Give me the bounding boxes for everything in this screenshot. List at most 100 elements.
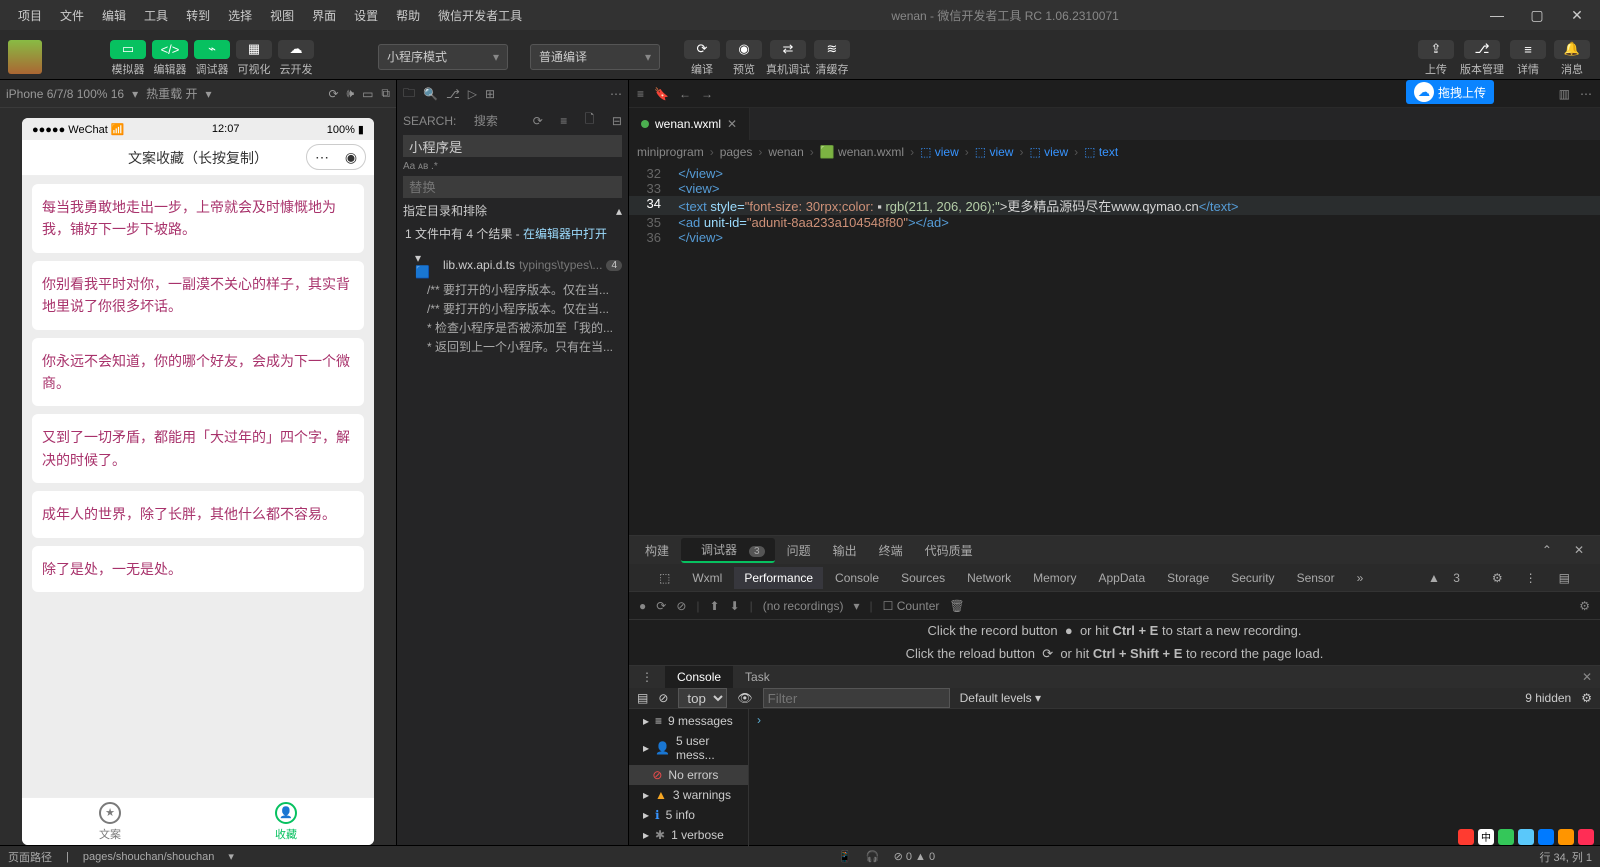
- dock-icon[interactable]: ▤: [1549, 567, 1580, 589]
- panel-performance[interactable]: Performance: [734, 567, 823, 589]
- tray-icon[interactable]: [1498, 829, 1514, 845]
- split-icon[interactable]: ▥: [1559, 87, 1570, 101]
- drawer-tab-console[interactable]: Console: [665, 666, 733, 688]
- menu-ui[interactable]: 界面: [306, 5, 342, 26]
- console-clear-icon[interactable]: ⊘: [658, 691, 668, 705]
- maximize-button[interactable]: ▢: [1522, 7, 1552, 24]
- console-gear-icon[interactable]: ⚙: [1581, 691, 1592, 705]
- kebab-icon[interactable]: ⋮: [1515, 567, 1547, 589]
- details-button[interactable]: ≡详情: [1508, 37, 1548, 77]
- card-item[interactable]: 除了是处，一无是处。: [32, 546, 364, 592]
- card-item[interactable]: 你永远不会知道，你的哪个好友，会成为下一个微商。: [32, 338, 364, 407]
- panel-security[interactable]: Security: [1221, 567, 1284, 589]
- cursor-position[interactable]: 行 34, 列 1: [1539, 849, 1592, 865]
- tab-debugger[interactable]: 调试器3: [681, 538, 775, 563]
- trash-icon[interactable]: 🗑: [949, 599, 964, 613]
- refresh-search-icon[interactable]: ⟳: [533, 114, 543, 128]
- refresh-icon[interactable]: ⟳: [328, 87, 338, 101]
- toggle-exclude[interactable]: 指定目录和排除: [403, 202, 487, 219]
- menu-select[interactable]: 选择: [222, 5, 258, 26]
- download-rec-icon[interactable]: ⬇: [730, 599, 740, 613]
- more-icon[interactable]: ⋯: [610, 87, 622, 101]
- context-select[interactable]: top: [678, 688, 727, 708]
- warning-badge[interactable]: ▲ 3: [1418, 567, 1480, 589]
- filter-input[interactable]: [763, 688, 950, 708]
- headphone-icon[interactable]: 🎧: [866, 850, 880, 863]
- user-avatar[interactable]: [8, 40, 42, 74]
- menu-go[interactable]: 转到: [180, 5, 216, 26]
- fwd-icon[interactable]: →: [701, 87, 713, 101]
- debug-icon[interactable]: ▷: [468, 87, 477, 101]
- ext-icon[interactable]: ⊞: [485, 87, 495, 101]
- upload-button[interactable]: ⇪上传: [1416, 37, 1456, 77]
- debugger-button[interactable]: ⌁调试器: [192, 37, 232, 77]
- device-label[interactable]: iPhone 6/7/8 100% 16: [6, 87, 124, 101]
- card-item[interactable]: 又到了一切矛盾，都能用「大过年的」四个字，解决的时候了。: [32, 414, 364, 483]
- result-file[interactable]: ▾ 🟦 lib.wx.api.d.ts typings\types\...4: [397, 250, 628, 280]
- drawer-tab-task[interactable]: Task: [733, 666, 782, 688]
- card-item[interactable]: 每当我勇敢地走出一步，上帝就会及时慷慨地为我，铺好下一步下坡路。: [32, 184, 364, 253]
- result-line[interactable]: /** 要打开的小程序版本。仅在当...: [397, 280, 628, 299]
- card-item[interactable]: 你别看我平时对你，一副漠不关心的样子，其实背地里说了你很多坏话。: [32, 261, 364, 330]
- reload-icon[interactable]: ⟳: [656, 599, 666, 613]
- menu-project[interactable]: 项目: [12, 5, 48, 26]
- tray-icon[interactable]: [1538, 829, 1554, 845]
- clear-icon[interactable]: ⊘: [676, 599, 686, 613]
- menu-help[interactable]: 帮助: [390, 5, 426, 26]
- clear-search-icon[interactable]: ≡: [560, 114, 567, 128]
- msg-info[interactable]: ▸ ℹ 5 info: [629, 805, 748, 825]
- screenshot-icon[interactable]: ▭: [362, 87, 373, 101]
- close-tab-icon[interactable]: ✕: [727, 117, 737, 131]
- popout-icon[interactable]: ⧉: [381, 86, 390, 101]
- gear-icon[interactable]: ⚙: [1482, 567, 1513, 589]
- card-list[interactable]: 每当我勇敢地走出一步，上帝就会及时慷慨地为我，铺好下一步下坡路。 你别看我平时对…: [22, 176, 374, 797]
- tray-icon[interactable]: [1518, 829, 1534, 845]
- capsule-button[interactable]: ⋯◉: [306, 144, 366, 170]
- more-editor-icon[interactable]: ⋯: [1580, 87, 1592, 101]
- hot-reload-toggle[interactable]: 热重载 开: [146, 85, 197, 102]
- tab-shoucang[interactable]: 👤收藏: [198, 798, 374, 845]
- record-icon[interactable]: ●: [639, 599, 646, 613]
- close-drawer-icon[interactable]: ✕: [1574, 670, 1600, 684]
- result-line[interactable]: * 返回到上一个小程序。只有在当...: [397, 337, 628, 356]
- panel-memory[interactable]: Memory: [1023, 567, 1086, 589]
- minimize-button[interactable]: —: [1482, 7, 1512, 24]
- phone-icon[interactable]: 📱: [838, 850, 852, 863]
- panel-more-icon[interactable]: »: [1347, 567, 1374, 589]
- panel-sensor[interactable]: Sensor: [1287, 567, 1345, 589]
- panel-appdata[interactable]: AppData: [1088, 567, 1155, 589]
- menu-edit[interactable]: 编辑: [96, 5, 132, 26]
- preview-button[interactable]: ◉预览: [724, 37, 764, 77]
- tab-build[interactable]: 构建: [635, 539, 679, 562]
- cloud-dev-button[interactable]: ☁云开发: [276, 37, 316, 77]
- menu-tool[interactable]: 工具: [138, 5, 174, 26]
- close-button[interactable]: ✕: [1562, 7, 1592, 24]
- msg-user[interactable]: ▸ 👤 5 user mess...: [629, 731, 748, 765]
- action-icon[interactable]: ≡: [637, 87, 644, 101]
- panel-network[interactable]: Network: [957, 567, 1021, 589]
- hidden-count[interactable]: 9 hidden: [1525, 691, 1571, 705]
- version-mgr-button[interactable]: ⎇版本管理: [1460, 37, 1504, 77]
- msg-verbose[interactable]: ▸ ✱ 1 verbose: [629, 825, 748, 845]
- levels-select[interactable]: Default levels ▾: [960, 691, 1041, 705]
- editor-button[interactable]: </>编辑器: [150, 37, 190, 77]
- tray-icon[interactable]: [1578, 829, 1594, 845]
- msg-all[interactable]: ▸ ≡ 9 messages: [629, 711, 748, 731]
- card-item[interactable]: 成年人的世界，除了长胖，其他什么都不容易。: [32, 491, 364, 537]
- msg-errors[interactable]: ⊘ No errors: [629, 765, 748, 785]
- new-file-icon[interactable]: 🗋: [585, 110, 595, 131]
- drag-upload-badge[interactable]: ☁ 拖拽上传: [1406, 80, 1494, 104]
- code-editor[interactable]: 32 </view> 33 <view> 34 <text style="fon…: [629, 164, 1600, 535]
- tray-icon[interactable]: 中: [1478, 829, 1494, 845]
- drawer-kebab-icon[interactable]: ⋮: [629, 666, 665, 688]
- compile-button[interactable]: ⟳编译: [682, 37, 722, 77]
- msg-warnings[interactable]: ▸ ▲ 3 warnings: [629, 785, 748, 805]
- bookmark-icon[interactable]: 🔖: [654, 87, 669, 101]
- tray-icon[interactable]: [1558, 829, 1574, 845]
- open-in-editor-link[interactable]: 在编辑器中打开: [523, 227, 607, 241]
- editor-tab-wenan[interactable]: wenan.wxml✕: [629, 108, 750, 140]
- tray-icon[interactable]: [1458, 829, 1474, 845]
- recordings-select[interactable]: (no recordings): [763, 599, 844, 613]
- collapse-icon[interactable]: ⊟: [612, 114, 622, 128]
- upload-rec-icon[interactable]: ⬆: [710, 599, 720, 613]
